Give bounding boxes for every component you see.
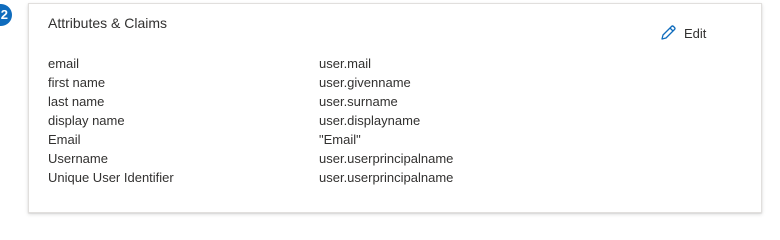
claim-value: "Email" xyxy=(319,132,361,147)
claim-name: first name xyxy=(48,75,106,90)
claim-row: email user.mail xyxy=(48,54,453,73)
claim-row: first name user.givenname xyxy=(48,73,453,92)
claim-name: email xyxy=(48,56,80,71)
claim-value: user.surname xyxy=(319,94,398,109)
claim-name: Username xyxy=(48,151,108,166)
claim-value: user.userprincipalname xyxy=(319,170,454,185)
pencil-icon xyxy=(659,24,677,42)
claim-name: last name xyxy=(48,94,105,109)
claim-row: Email "Email" xyxy=(48,130,453,149)
claim-value: user.displayname xyxy=(319,113,421,128)
claim-name: Unique User Identifier xyxy=(48,170,174,185)
claim-value: user.userprincipalname xyxy=(319,151,454,166)
claim-value: user.mail xyxy=(319,56,372,71)
step-number-badge: 2 xyxy=(0,4,12,26)
card-title: Attributes & Claims xyxy=(48,15,168,31)
attributes-claims-card: Attributes & Claims Edit email user.mail… xyxy=(28,3,762,213)
edit-button[interactable]: Edit xyxy=(659,24,706,42)
edit-label: Edit xyxy=(684,25,707,41)
claim-value: user.givenname xyxy=(319,75,411,90)
claim-row: display name user.displayname xyxy=(48,111,453,130)
claim-name: display name xyxy=(48,113,125,128)
claims-list: email user.mail first name user.givennam… xyxy=(48,54,453,187)
claim-row: Username user.userprincipalname xyxy=(48,149,453,168)
claim-row: Unique User Identifier user.userprincipa… xyxy=(48,168,453,187)
claim-name: Email xyxy=(48,132,81,147)
claim-row: last name user.surname xyxy=(48,92,453,111)
